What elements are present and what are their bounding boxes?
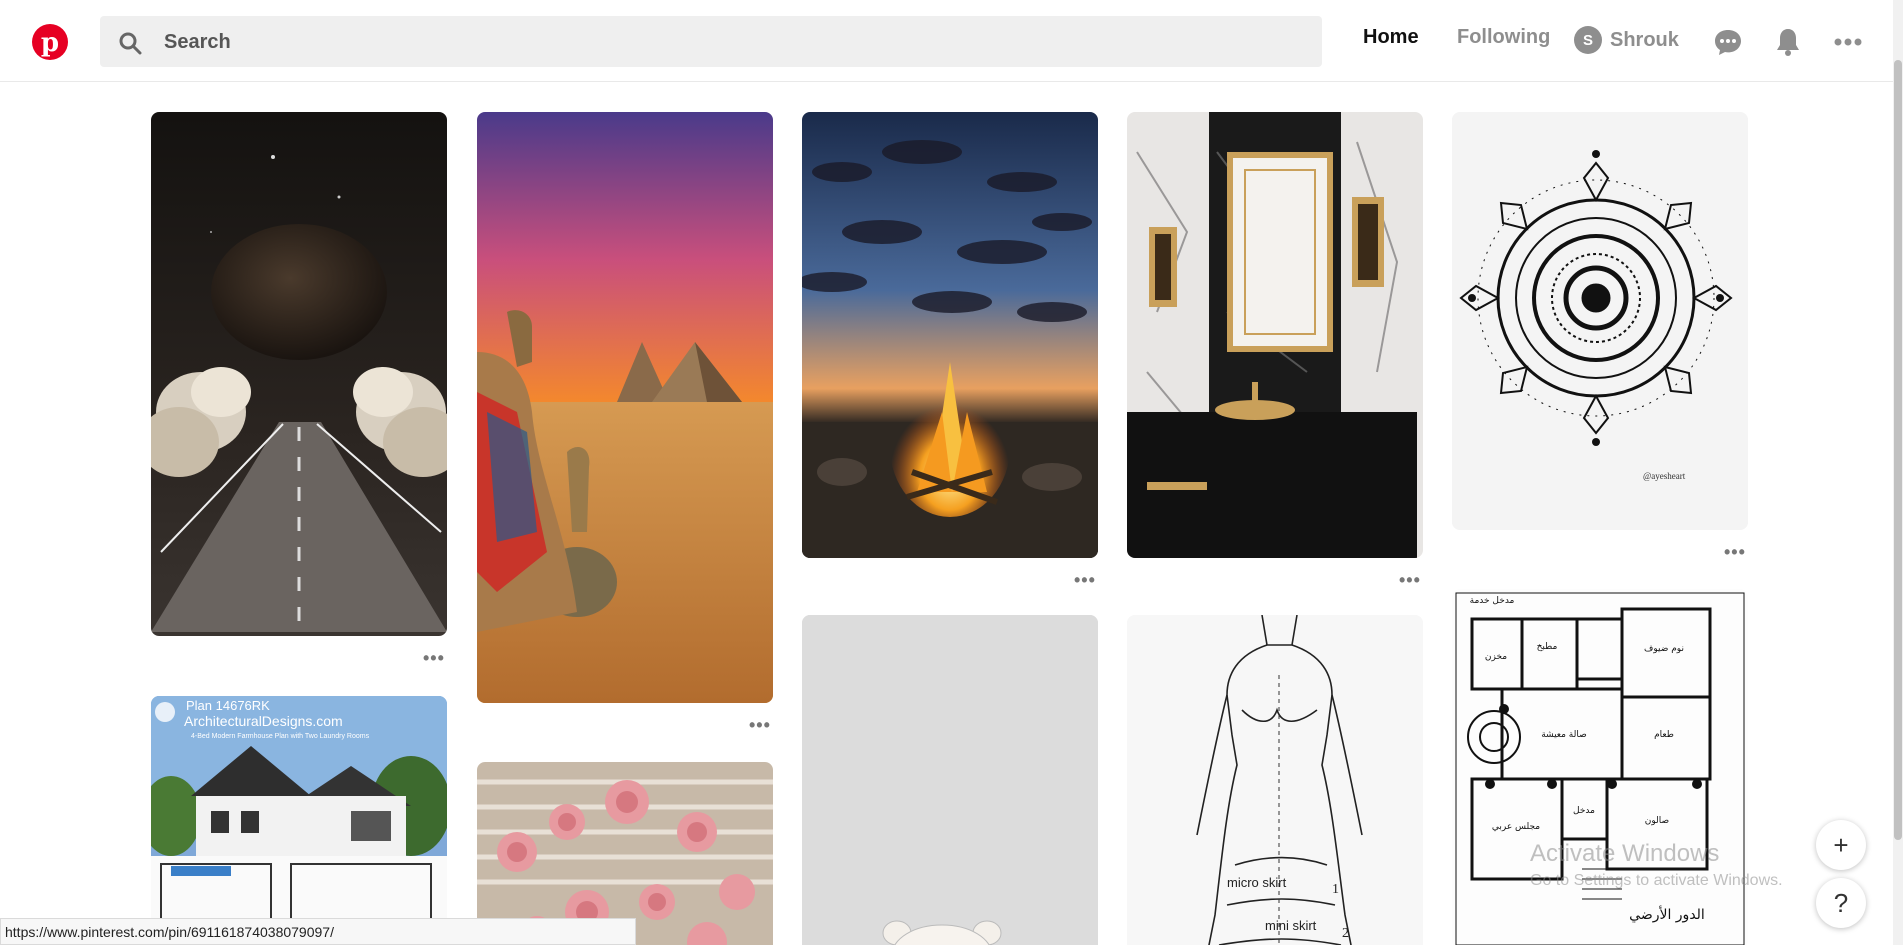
pin-menu-button[interactable]: ••• bbox=[423, 649, 445, 667]
search-placeholder: Search bbox=[164, 31, 231, 53]
house-plan-site: ArchitecturalDesigns.com bbox=[184, 713, 343, 729]
search-icon bbox=[118, 31, 142, 60]
floorplan-room-label: طعام bbox=[1654, 730, 1674, 740]
pin-desert-campfire[interactable] bbox=[802, 112, 1098, 558]
windows-activation-watermark: Activate Windows Go to Settings to activ… bbox=[1530, 840, 1783, 890]
pin-night-road[interactable] bbox=[151, 112, 447, 636]
floorplan-room-label: الدور الأرضي bbox=[1629, 905, 1705, 923]
avatar: S bbox=[1574, 26, 1602, 54]
notifications-icon[interactable] bbox=[1772, 26, 1804, 58]
floorplan-room-label: مطبخ bbox=[1537, 642, 1558, 652]
mandala-signature: @ayesheart bbox=[1643, 471, 1686, 481]
profile-button[interactable]: S Shrouk bbox=[1574, 26, 1679, 54]
floorplan-room-label: مدخل bbox=[1573, 806, 1595, 816]
fashion-label-micro: micro skirt bbox=[1227, 875, 1287, 890]
pin-fashion-sketch[interactable]: micro skirt mini skirt 1 2 bbox=[1127, 615, 1423, 945]
pin-marble-bathroom[interactable] bbox=[1127, 112, 1423, 558]
nav-following[interactable]: Following bbox=[1457, 26, 1550, 49]
watermark-line2: Go to Settings to activate Windows. bbox=[1530, 872, 1783, 889]
pin-mandala[interactable]: @ayesheart bbox=[1452, 112, 1748, 530]
pin-menu-button[interactable]: ••• bbox=[1724, 543, 1746, 561]
fashion-label-mini: mini skirt bbox=[1265, 918, 1317, 933]
pin-menu-button[interactable]: ••• bbox=[749, 716, 771, 734]
svg-text:p: p bbox=[41, 28, 59, 58]
floorplan-room-label: مدخل خدمة bbox=[1470, 596, 1515, 606]
messages-icon[interactable] bbox=[1712, 26, 1744, 58]
floorplan-room-label: صالون bbox=[1645, 816, 1669, 826]
house-plan-subtitle: 4-Bed Modern Farmhouse Plan with Two Lau… bbox=[191, 733, 370, 740]
pin-menu-button[interactable]: ••• bbox=[1074, 571, 1096, 589]
fashion-number-2: 2 bbox=[1342, 926, 1349, 941]
floorplan-room-label: مجلس عربي bbox=[1492, 822, 1540, 832]
add-pin-button[interactable]: + bbox=[1816, 820, 1866, 870]
nav-home[interactable]: Home bbox=[1363, 26, 1419, 49]
profile-name: Shrouk bbox=[1610, 28, 1679, 51]
pin-arabic-floorplan[interactable]: مدخل خدمة مطبخ مخزن نوم ضيوف صالة معيشة … bbox=[1452, 589, 1748, 945]
help-button[interactable]: ? bbox=[1816, 878, 1866, 928]
search-input[interactable]: Search bbox=[100, 16, 1322, 67]
pin-feed: ••• Plan 14676RK ArchitecturalDesigns.co… bbox=[0, 83, 1903, 945]
top-navigation-bar: p Search Home Following S Shrouk bbox=[0, 0, 1903, 82]
house-plan-title: Plan 14676RK bbox=[186, 698, 270, 713]
pin-menu-button[interactable]: ••• bbox=[1399, 571, 1421, 589]
pin-house-plan[interactable]: Plan 14676RK ArchitecturalDesigns.com 4-… bbox=[151, 696, 447, 945]
scrollbar-thumb[interactable] bbox=[1894, 60, 1902, 840]
status-url-bar: https://www.pinterest.com/pin/6911618740… bbox=[0, 918, 636, 945]
more-options-icon[interactable] bbox=[1832, 26, 1864, 58]
pinterest-logo-icon[interactable]: p bbox=[32, 24, 68, 60]
fashion-number-1: 1 bbox=[1332, 882, 1339, 897]
floorplan-room-label: مخزن bbox=[1485, 652, 1507, 662]
floorplan-room-label: صالة معيشة bbox=[1541, 730, 1587, 740]
watermark-line1: Activate Windows bbox=[1530, 840, 1720, 867]
pin-gray-teddy[interactable] bbox=[802, 615, 1098, 945]
floorplan-room-label: نوم ضيوف bbox=[1644, 644, 1684, 654]
pin-pyramids-camel[interactable] bbox=[477, 112, 773, 703]
